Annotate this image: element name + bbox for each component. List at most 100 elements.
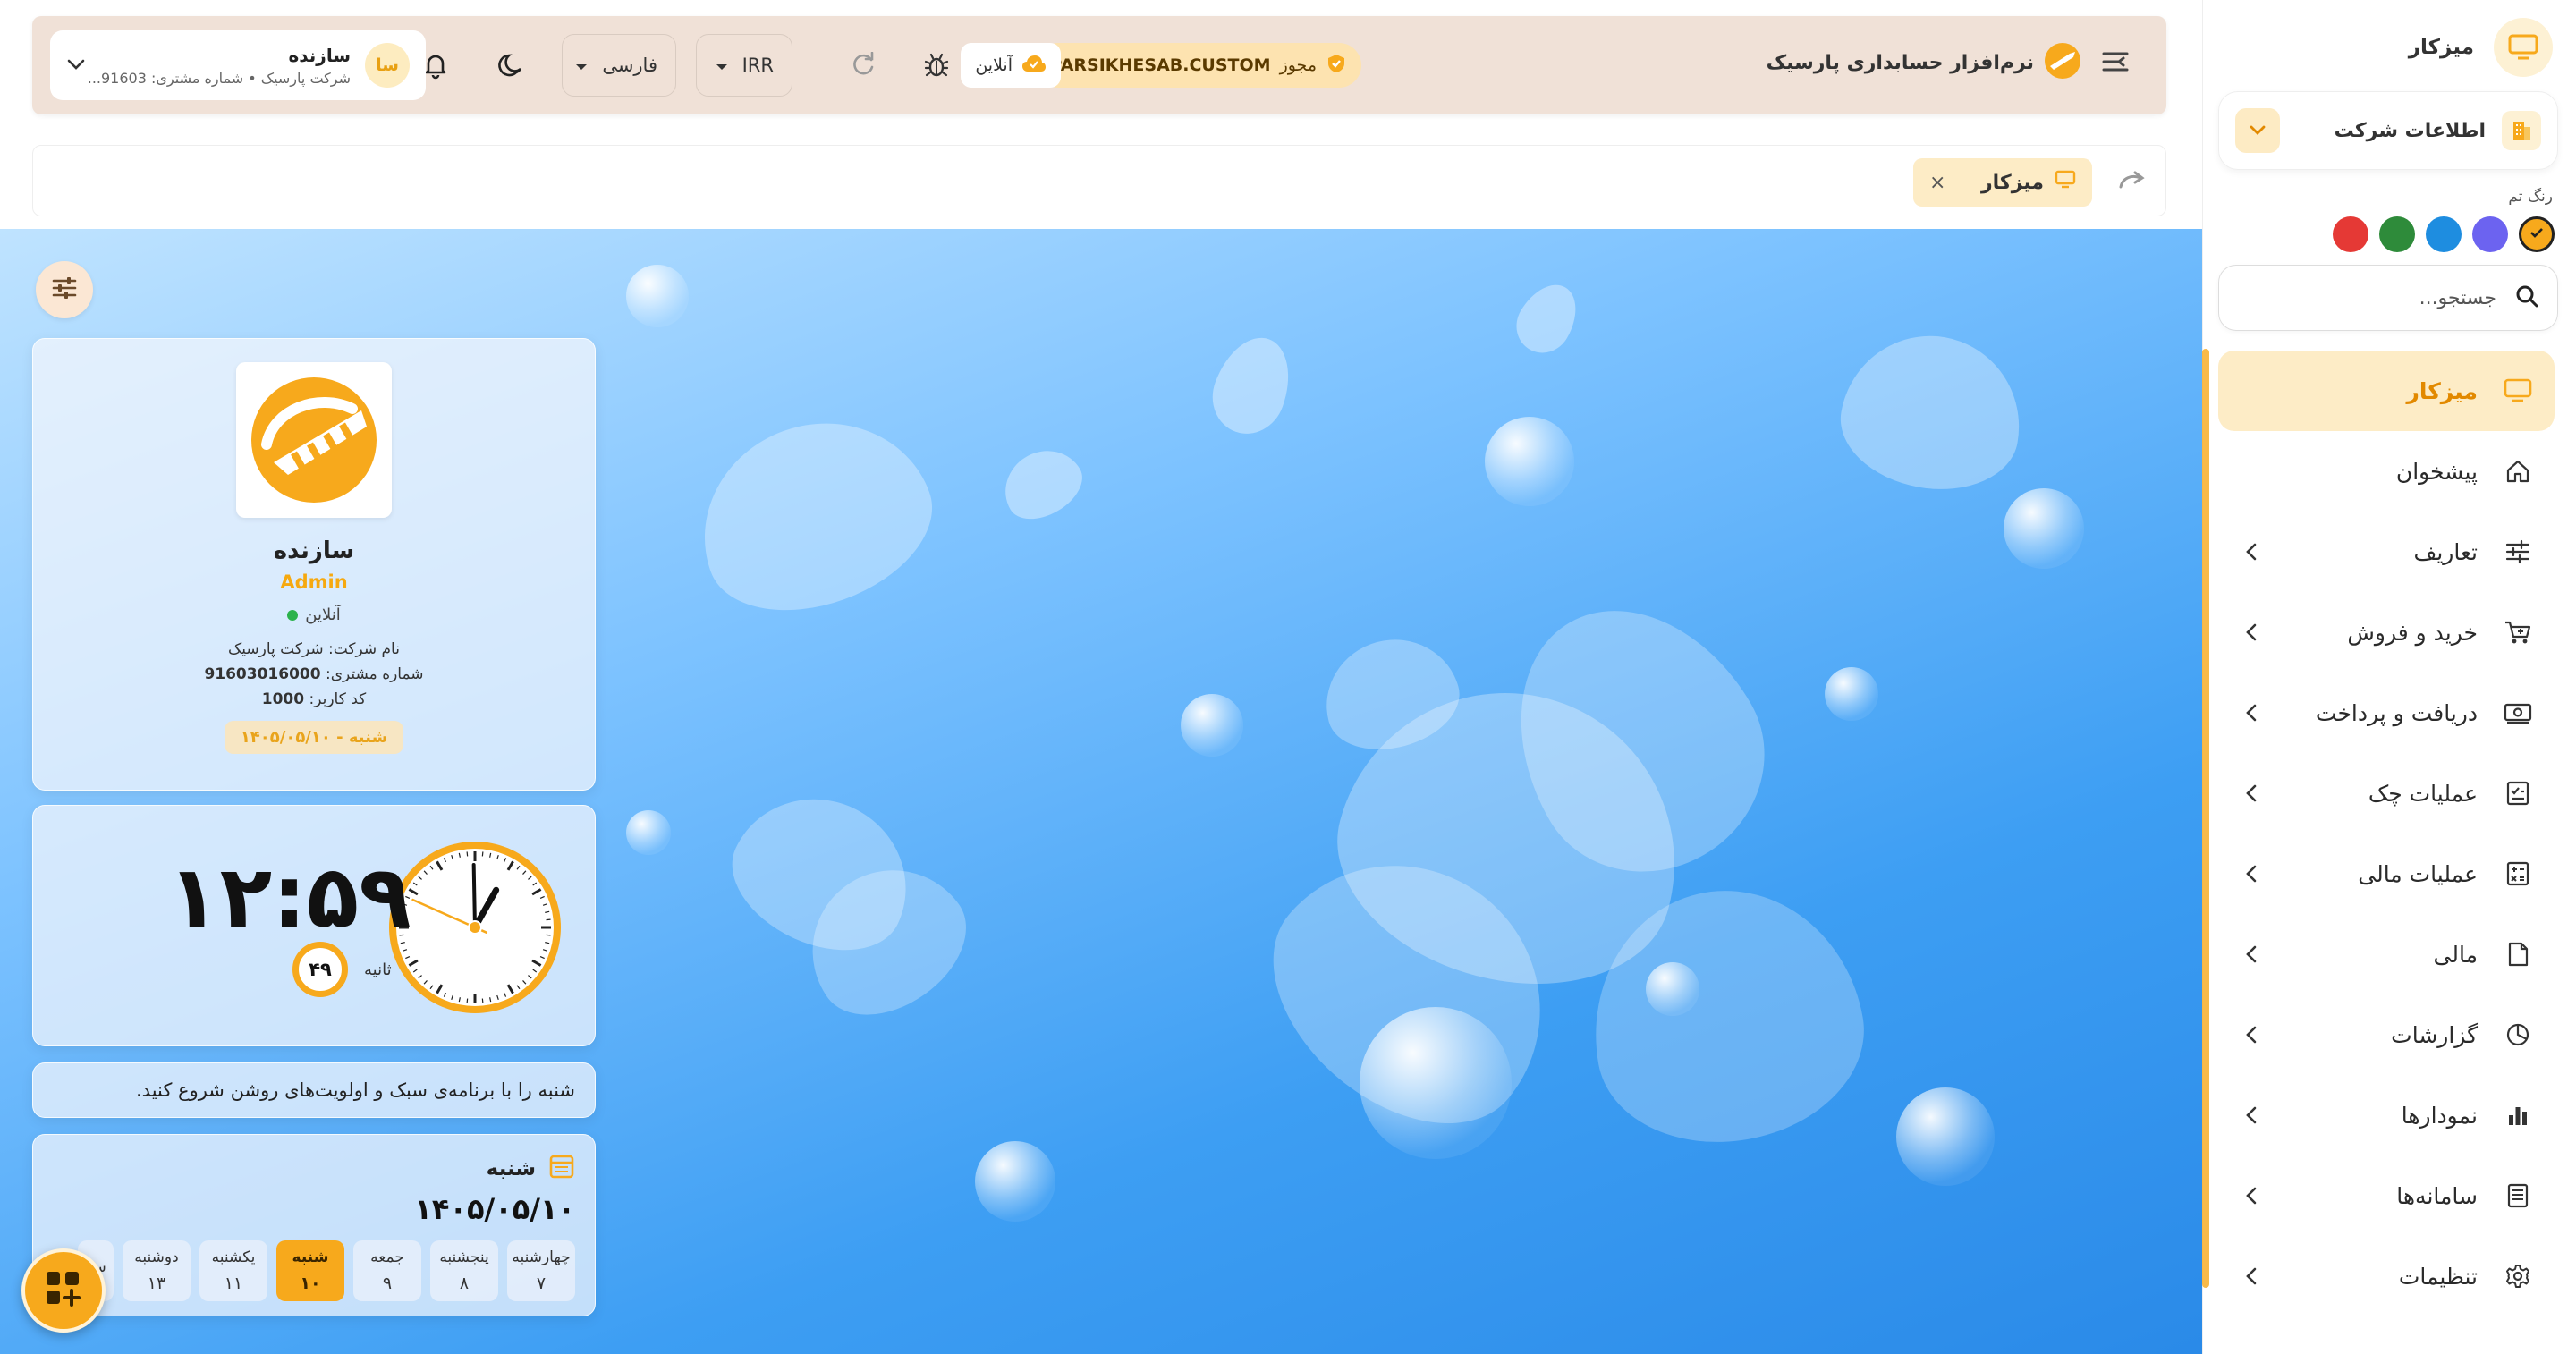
sidebar-item[interactable]: سامانه‌ها — [2218, 1155, 2555, 1236]
redo-icon[interactable] — [2117, 165, 2148, 199]
calendar-day[interactable]: پنجشنبه ۸ — [430, 1240, 498, 1301]
refresh-icon[interactable] — [844, 47, 882, 84]
clock-tick — [481, 851, 484, 857]
sidebar-item[interactable]: گزارشات — [2218, 994, 2555, 1075]
chevron-left-icon — [2238, 699, 2265, 726]
grid-plus-icon — [43, 1268, 84, 1313]
user-subtitle: شرکت پارسیک • شماره مشتری: 91603... — [87, 69, 351, 87]
chevron-left-icon — [2238, 1182, 2265, 1209]
sidebar-search — [2218, 265, 2558, 331]
sidebar-item-label: تنظیمات — [2398, 1263, 2478, 1290]
chevron-left-icon — [2238, 619, 2265, 646]
sidebar-item[interactable]: تعاریف — [2218, 512, 2555, 592]
theme-swatch[interactable] — [2379, 216, 2415, 252]
profile-info: نام شرکت: شرکت پارسیک شماره مشتری: 91603… — [33, 637, 595, 712]
company-info-button[interactable]: اطلاعات شرکت — [2218, 91, 2558, 170]
tab-desk[interactable]: میزکار × — [1913, 158, 2092, 207]
sidebar-scrollbar[interactable] — [2202, 349, 2209, 1288]
chevron-left-icon — [2238, 538, 2265, 565]
calendar-day[interactable]: شنبه ۱۰ — [276, 1240, 344, 1301]
bar-chart-icon — [2501, 1098, 2535, 1132]
day-number: ۱۰ — [300, 1274, 321, 1293]
calendar-day[interactable]: چهارشنبه ۷ — [507, 1240, 575, 1301]
sidebar-item[interactable]: مالی — [2218, 914, 2555, 994]
license-badge: مجوز PARSIKHESAB.CUSTOM — [1035, 43, 1361, 88]
calendar-weekday: شنبه — [486, 1157, 536, 1181]
home-icon — [2501, 454, 2535, 488]
caret-down-icon — [575, 55, 588, 76]
theme-swatch[interactable] — [2472, 216, 2508, 252]
bug-icon[interactable] — [918, 47, 955, 84]
theme-swatch[interactable] — [2426, 216, 2462, 252]
app-root: نرم‌افزار حسابداری پارسیک مجوز PARSIKHES… — [0, 0, 2576, 1354]
sidebar-item[interactable]: خرید و فروش — [2218, 592, 2555, 673]
clock-tick — [546, 918, 551, 921]
checkmark-icon — [2528, 224, 2546, 245]
theme-color-label: رنگ تم — [2508, 188, 2553, 206]
day-name: پنجشنبه — [439, 1248, 489, 1266]
sidebar-item-label: پیشخوان — [2395, 458, 2478, 485]
profile-role: Admin — [280, 571, 348, 593]
sidebar-item[interactable]: عملیات چک — [2218, 753, 2555, 834]
pie-chart-icon — [2501, 1018, 2535, 1052]
user-info: سازنده شرکت پارسیک • شماره مشتری: 91603.… — [86, 45, 351, 87]
clock-card: ۱۲:۵۹ ثانیه ۴۹ — [32, 805, 596, 1046]
analog-clock — [386, 838, 564, 1020]
language-select[interactable]: فارسی — [562, 34, 676, 97]
profile-card: سازنده Admin آنلاین نام شرکت: شرکت پارسی… — [32, 338, 596, 791]
server-icon — [2501, 1179, 2535, 1213]
theme-swatch[interactable] — [2519, 216, 2555, 252]
sidebar-item-label: عملیات مالی — [2358, 860, 2478, 887]
caret-down-icon — [716, 55, 728, 76]
close-icon[interactable]: × — [1929, 172, 1945, 194]
calendar-day[interactable]: جمعه ۹ — [353, 1240, 421, 1301]
theme-swatch[interactable] — [2333, 216, 2368, 252]
company-logo-icon — [236, 362, 392, 518]
profile-date-badge: شنبه - ۱۴۰۵/۰۵/۱۰ — [224, 721, 404, 754]
profile-name: سازنده — [273, 537, 355, 564]
search-icon — [2514, 283, 2539, 312]
chevron-down-icon — [2235, 108, 2280, 153]
tab-label: میزکار — [1980, 171, 2044, 194]
sidebar-item[interactable]: پیشخوان — [2218, 431, 2555, 512]
sidebar-nav: میزکار پیشخوان تعاریف خرید و فروش دریافت و پ… — [2218, 351, 2555, 1316]
customer-no-label: شماره مشتری: — [325, 665, 424, 683]
currency-select[interactable]: IRR — [696, 34, 792, 97]
sidebar-item-label: مالی — [2433, 941, 2478, 968]
online-dot-icon — [287, 609, 299, 621]
clock-tick — [466, 998, 469, 1003]
calendar-header: شنبه — [487, 1153, 575, 1185]
clock-center — [468, 920, 482, 935]
chevron-left-icon — [2238, 941, 2265, 968]
profile-company: نام شرکت: شرکت پارسیک — [228, 640, 400, 658]
day-number: ۹ — [382, 1274, 393, 1293]
moon-icon[interactable] — [492, 47, 530, 84]
sliders-icon — [2501, 535, 2535, 569]
add-widget-button[interactable] — [21, 1248, 106, 1333]
chevron-down-icon — [66, 57, 86, 74]
calendar-day[interactable]: یکشنبه ۱۱ — [199, 1240, 267, 1301]
user-menu[interactable]: سا سازنده شرکت پارسیک • شماره مشتری: 916… — [50, 30, 426, 100]
profile-customer-no: شماره مشتری: 91603016000 — [33, 662, 595, 687]
sidebar-item[interactable]: نمودارها — [2218, 1075, 2555, 1155]
digital-clock: ۱۲:۵۹ — [167, 847, 411, 947]
brand: نرم‌افزار حسابداری پارسیک — [1767, 41, 2082, 84]
sidebar-item-label: عملیات چک — [2368, 780, 2478, 807]
search-input[interactable] — [2246, 286, 2496, 309]
widget-settings-button[interactable] — [36, 261, 93, 318]
cloud-check-icon — [1021, 54, 1046, 78]
building-icon — [2502, 111, 2541, 150]
chevron-left-icon — [2238, 860, 2265, 887]
sidebar-item[interactable]: تنظیمات — [2218, 1236, 2555, 1316]
calendar-icon — [548, 1153, 575, 1185]
calendar-day[interactable]: دوشنبه ۱۳ — [123, 1240, 191, 1301]
daily-message: شنبه را با برنامه‌ی سبک و اولویت‌های روش… — [32, 1062, 596, 1118]
sidebar-item[interactable]: عملیات مالی — [2218, 834, 2555, 914]
seconds-value: ۴۹ — [292, 942, 348, 997]
menu-toggle-icon[interactable] — [2100, 48, 2131, 79]
sidebar-item-label: میزکار — [2406, 377, 2478, 404]
sidebar-item[interactable]: میزکار — [2218, 351, 2555, 431]
sidebar-item[interactable]: دریافت و پرداخت — [2218, 673, 2555, 753]
day-name: شنبه — [292, 1248, 329, 1266]
shield-check-icon — [1326, 53, 1347, 79]
